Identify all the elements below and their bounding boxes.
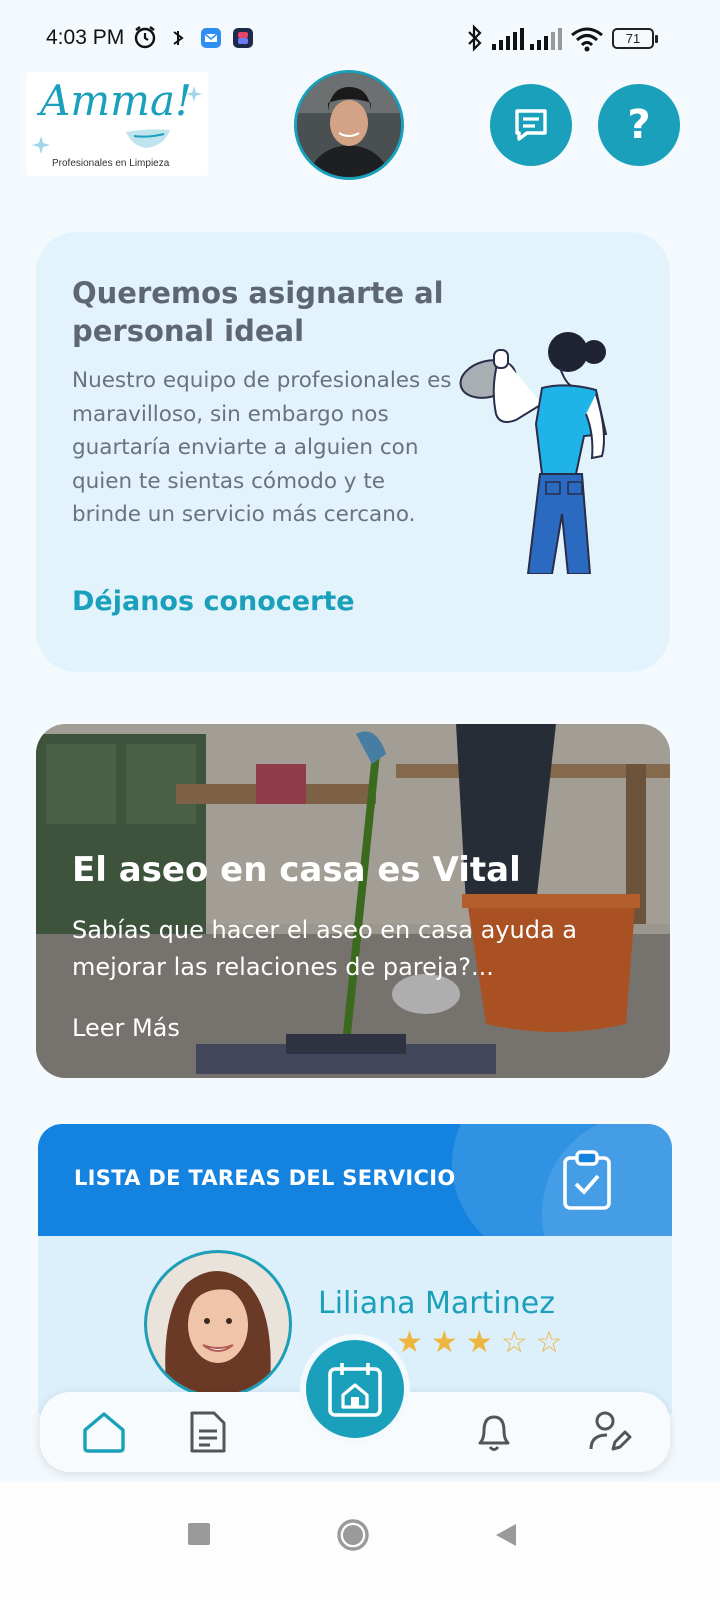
calendar-home-icon xyxy=(328,1363,382,1417)
chat-button[interactable] xyxy=(490,84,572,166)
user-avatar[interactable] xyxy=(294,70,404,180)
recent-apps-icon[interactable] xyxy=(187,1522,211,1546)
wifi-icon xyxy=(571,27,603,52)
signal-icon xyxy=(492,28,524,50)
worker-photo xyxy=(147,1253,289,1395)
worker-rating: ★ ★ ★ ☆ ☆ xyxy=(396,1328,563,1358)
promo-link[interactable]: Déjanos conocerte xyxy=(72,586,355,617)
star-empty-icon: ☆ xyxy=(500,1325,528,1360)
signal-icon-2 xyxy=(530,28,562,50)
logo-text: Amma! xyxy=(40,76,192,125)
user-edit-icon xyxy=(589,1411,632,1451)
sparkle-icon xyxy=(186,86,202,102)
bluetooth-icon xyxy=(468,24,482,52)
home-system-icon[interactable] xyxy=(336,1518,370,1552)
read-more-link[interactable]: Leer Más xyxy=(72,1014,180,1042)
promo-card: Queremos asignarte al personal ideal Nue… xyxy=(36,232,670,672)
logo-tagline: Profesionales en Limpieza xyxy=(52,158,170,169)
clipboard-check-icon xyxy=(563,1150,611,1210)
task-card-header: LISTA DE TAREAS DEL SERVICIO xyxy=(38,1124,672,1236)
help-icon: ? xyxy=(627,102,651,148)
worker-avatar[interactable] xyxy=(144,1250,292,1398)
nav-profile[interactable] xyxy=(586,1408,634,1456)
task-card-title: LISTA DE TAREAS DEL SERVICIO xyxy=(74,1166,456,1190)
sparkle-icon xyxy=(32,136,50,154)
worker-name: Liliana Martinez xyxy=(318,1286,555,1321)
app-notification-icon xyxy=(173,31,184,45)
promo-title: Queremos asignarte al personal ideal xyxy=(72,276,444,348)
home-icon xyxy=(83,1412,125,1453)
system-navigation-bar xyxy=(0,1482,720,1600)
battery-indicator: 71 xyxy=(612,28,658,49)
help-button[interactable]: ? xyxy=(598,84,680,166)
schedule-service-button[interactable] xyxy=(300,1334,410,1444)
article-description: Sabías que hacer el aseo en casa ayuda a… xyxy=(72,916,577,981)
mail-app-icon xyxy=(201,28,221,48)
cleaning-woman-illustration xyxy=(459,332,608,574)
status-time: 4:03 PM xyxy=(46,26,125,49)
document-icon xyxy=(190,1411,226,1453)
user-photo xyxy=(297,73,401,177)
status-bar: 4:03 PM 71 xyxy=(0,0,720,78)
nav-home[interactable] xyxy=(80,1408,128,1456)
star-filled-icon: ★ xyxy=(465,1325,493,1360)
nav-notifications[interactable] xyxy=(470,1408,518,1456)
chat-icon xyxy=(515,109,547,141)
star-filled-icon: ★ xyxy=(430,1325,458,1360)
broom-swoosh-icon xyxy=(126,129,170,148)
back-icon[interactable] xyxy=(494,1522,518,1548)
article-card[interactable]: El aseo en casa es Vital Sabías que hace… xyxy=(36,724,670,1078)
article-title: El aseo en casa es Vital xyxy=(72,850,521,890)
star-empty-icon: ☆ xyxy=(535,1325,563,1360)
app-logo: Amma! Profesionales en Limpieza xyxy=(26,72,208,176)
promo-body: Nuestro equipo de profesionales es marav… xyxy=(72,368,452,527)
shortcut-app-icon xyxy=(233,28,253,48)
alarm-icon xyxy=(134,26,156,49)
nav-documents[interactable] xyxy=(184,1408,232,1456)
bell-icon xyxy=(478,1415,510,1451)
star-filled-icon: ★ xyxy=(396,1325,423,1360)
